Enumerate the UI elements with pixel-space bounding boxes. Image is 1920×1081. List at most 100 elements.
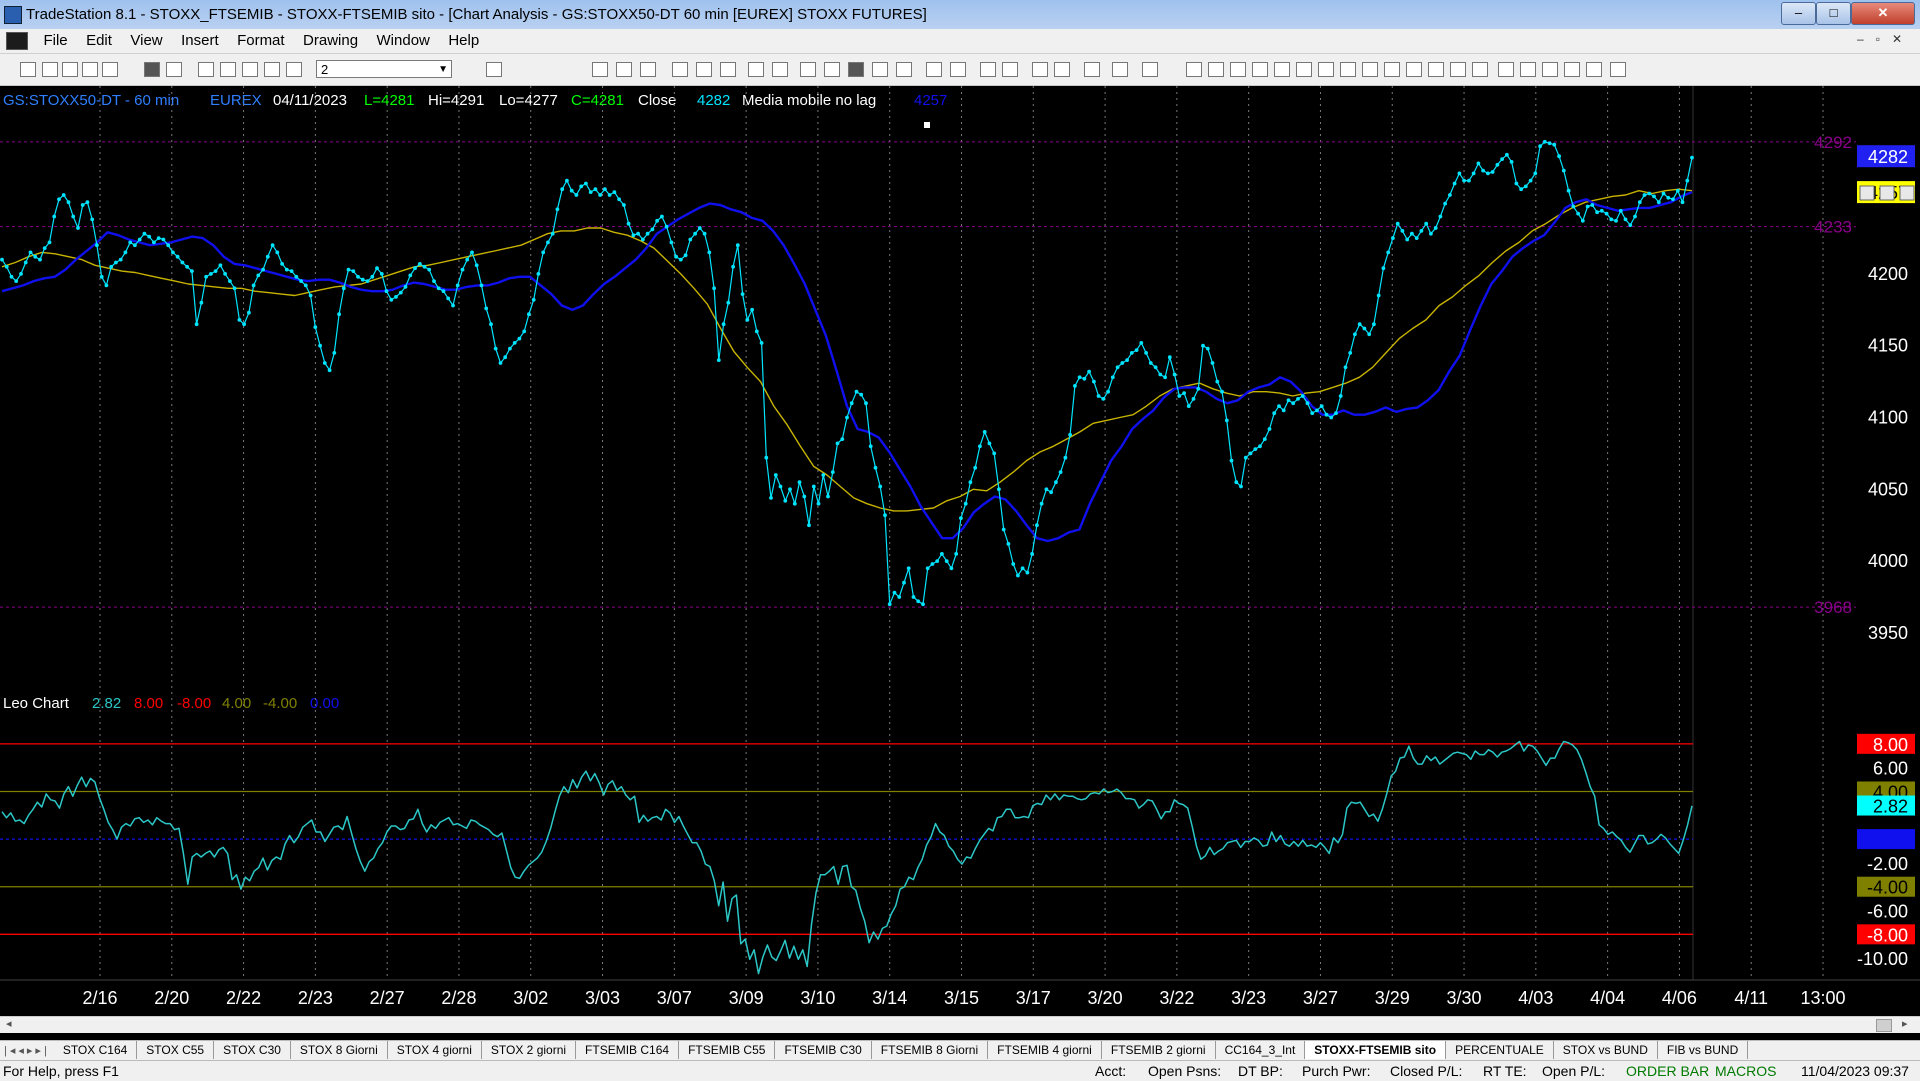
strategy-icon[interactable]: [264, 62, 280, 77]
close-price-point: [1153, 365, 1158, 370]
mdi-window-controls[interactable]: –▫✕: [1857, 32, 1914, 46]
status-order-bar[interactable]: ORDER BAR: [1626, 1063, 1709, 1079]
workspace-tab[interactable]: STOX 8 Giorni: [291, 1041, 388, 1059]
gann-icon[interactable]: [1340, 62, 1356, 77]
markers-icon[interactable]: [872, 62, 888, 77]
open-icon[interactable]: [42, 62, 58, 77]
workspace-tab[interactable]: STOX 2 giorni: [482, 1041, 577, 1059]
format-icon[interactable]: [748, 62, 764, 77]
trendline-icon[interactable]: [1186, 62, 1202, 77]
workspace-tab[interactable]: PERCENTUALE: [1446, 1041, 1554, 1059]
tools-icon[interactable]: [1084, 62, 1100, 77]
workspace-tab[interactable]: FIB vs BUND: [1658, 1041, 1749, 1059]
status-macros[interactable]: MACROS: [1715, 1063, 1776, 1079]
tab-nav-arrows[interactable]: |◂◂▸▸|: [4, 1044, 50, 1057]
chart-canvas[interactable]: GS:STOXX50-DT - 60 min EUREX 04/11/2023 …: [0, 86, 1920, 1012]
andrews-fork-icon[interactable]: [1362, 62, 1378, 77]
workspace-tab[interactable]: STOX C30: [214, 1041, 291, 1059]
vertical-lines-icon[interactable]: [1208, 62, 1224, 77]
chart-analysis-window[interactable]: GS:STOXX50-DT - 60 min EUREX 04/11/2023 …: [0, 86, 1920, 1012]
pointer-icon[interactable]: [1032, 62, 1048, 77]
workspace-tab[interactable]: STOX C164: [54, 1041, 138, 1059]
horizontal-scrollbar[interactable]: ◂ ▸: [0, 1016, 1920, 1033]
chart-window-icon[interactable]: [896, 62, 912, 77]
menu-edit[interactable]: Edit: [79, 29, 119, 49]
zoom-in-icon[interactable]: [980, 62, 996, 77]
workspace-tab[interactable]: STOX vs BUND: [1554, 1041, 1658, 1059]
speed-lines-icon[interactable]: [1384, 62, 1400, 77]
table-icon[interactable]: [640, 62, 656, 77]
workspace-tab[interactable]: STOXX-FTSEMIB sito: [1305, 1041, 1447, 1059]
workspace-tab[interactable]: FTSEMIB 2 giorni: [1102, 1041, 1216, 1059]
workspace-tab[interactable]: STOX C55: [137, 1041, 215, 1059]
menu-help[interactable]: Help: [441, 29, 486, 49]
window-icon[interactable]: [198, 62, 214, 77]
scroll-left-icon[interactable]: ◂: [6, 1017, 12, 1030]
decrease-bars-icon[interactable]: [950, 62, 966, 77]
fib-fan-icon[interactable]: [1450, 62, 1466, 77]
horizontal-lines-icon[interactable]: [1230, 62, 1246, 77]
arrow-down-icon[interactable]: [1520, 62, 1536, 77]
copy-icon[interactable]: [102, 62, 118, 77]
text-tool-icon[interactable]: [1142, 62, 1158, 77]
workspace-tab[interactable]: STOX 4 giorni: [388, 1041, 482, 1059]
price-axis-tick: 4000: [1868, 551, 1908, 571]
maximize-button[interactable]: □: [1816, 2, 1851, 25]
save-icon[interactable]: [62, 62, 78, 77]
menu-file[interactable]: File: [36, 29, 74, 49]
parallel-lines-icon[interactable]: [1406, 62, 1422, 77]
print-preview-icon[interactable]: [166, 62, 182, 77]
menu-format[interactable]: Format: [230, 29, 292, 49]
pane-close-icon[interactable]: [1899, 185, 1915, 201]
workspace-icon[interactable]: [82, 62, 98, 77]
workspace-tab[interactable]: FTSEMIB 8 Giorni: [872, 1041, 989, 1059]
workspace-tab[interactable]: CC164_3_Int: [1216, 1041, 1306, 1059]
circle-icon[interactable]: [1564, 62, 1580, 77]
refresh-icon[interactable]: [720, 62, 736, 77]
pane-maximize-icon[interactable]: [1879, 185, 1895, 201]
menu-view[interactable]: View: [123, 29, 169, 49]
menu-window[interactable]: Window: [370, 29, 437, 49]
close-button[interactable]: ✕: [1851, 2, 1915, 25]
line-chart-icon[interactable]: [672, 62, 688, 77]
minimize-button[interactable]: –: [1781, 2, 1816, 25]
layout-icon[interactable]: [220, 62, 236, 77]
interval-combo[interactable]: 2 ▼: [316, 60, 452, 78]
properties-icon[interactable]: [1112, 62, 1128, 77]
pencil-icon[interactable]: [1472, 62, 1488, 77]
workspace-tab[interactable]: FTSEMIB C55: [679, 1041, 776, 1059]
data-window-icon[interactable]: [848, 62, 864, 77]
crosshair-icon[interactable]: [1054, 62, 1070, 77]
print-icon[interactable]: [144, 62, 160, 77]
text-icon[interactable]: [1610, 62, 1626, 77]
menu-drawing[interactable]: Drawing: [296, 29, 365, 49]
menu-insert[interactable]: Insert: [174, 29, 226, 49]
candle-icon[interactable]: [616, 62, 632, 77]
arc-icon[interactable]: [1274, 62, 1290, 77]
workspace-tab[interactable]: FTSEMIB 4 giorni: [988, 1041, 1102, 1059]
scan-icon[interactable]: [800, 62, 816, 77]
indicator-icon[interactable]: [286, 62, 302, 77]
pane-restore-icon[interactable]: [1859, 185, 1875, 201]
arrow-up-icon[interactable]: [1542, 62, 1558, 77]
rectangle-icon[interactable]: [1586, 62, 1602, 77]
regression-icon[interactable]: [1428, 62, 1444, 77]
zoom-out-icon[interactable]: [1002, 62, 1018, 77]
fibonacci-icon[interactable]: [1252, 62, 1268, 77]
bar-chart-icon[interactable]: [592, 62, 608, 77]
workspace-tab[interactable]: FTSEMIB C164: [576, 1041, 680, 1059]
scroll-thumb[interactable]: [1876, 1019, 1892, 1032]
scan2-icon[interactable]: [824, 62, 840, 77]
freehand-icon[interactable]: [1498, 62, 1514, 77]
ray-icon[interactable]: [1296, 62, 1312, 77]
lock-icon[interactable]: [242, 62, 258, 77]
insert-icon[interactable]: [772, 62, 788, 77]
new-icon[interactable]: [20, 62, 36, 77]
channel-icon[interactable]: [1318, 62, 1334, 77]
increase-bars-icon[interactable]: [926, 62, 942, 77]
zoom-to-fit-icon[interactable]: [486, 62, 502, 77]
close-price-point: [71, 214, 76, 219]
point-figure-icon[interactable]: [696, 62, 712, 77]
workspace-tab[interactable]: FTSEMIB C30: [775, 1041, 872, 1059]
scroll-right-icon[interactable]: ▸: [1902, 1017, 1908, 1030]
